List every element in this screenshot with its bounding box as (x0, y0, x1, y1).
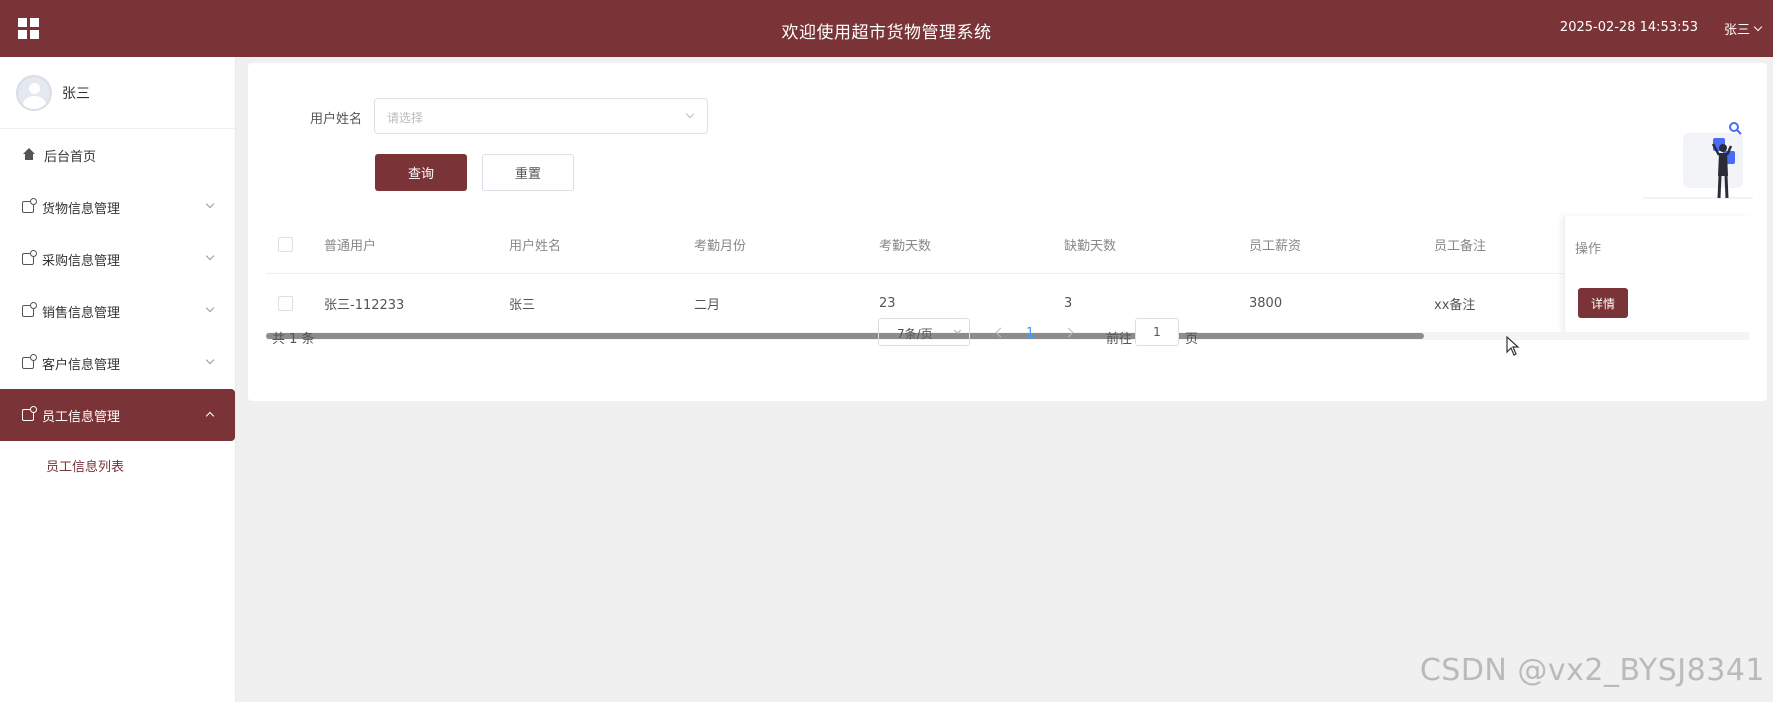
sidebar-item-label: 客户信息管理 (42, 357, 121, 373)
total-count: 共 1 条 (272, 332, 315, 347)
sidebar-item-customers[interactable]: 客户信息管理 (0, 337, 235, 389)
query-button[interactable]: 查询 (375, 154, 467, 191)
chevron-down-icon (685, 109, 695, 119)
app-title: 欢迎使用超市货物管理系统 (781, 23, 992, 43)
document-icon (22, 198, 37, 213)
chevron-up-icon (205, 411, 215, 421)
horizontal-scrollbar[interactable] (266, 332, 1749, 340)
profile: 张三 (0, 57, 235, 129)
sidebar-subitem-employee-list[interactable]: 员工信息列表 (0, 441, 235, 489)
sidebar-item-label: 采购信息管理 (42, 253, 121, 269)
watermark: CSDN @vx2_BYSJ8341 (1419, 653, 1765, 688)
table-cell: 3 (1064, 295, 1073, 311)
column-header: 用户姓名 (509, 239, 562, 254)
sidebar-item-dashboard[interactable]: 后台首页 (0, 129, 235, 181)
row-checkbox[interactable] (278, 295, 293, 311)
search-label: 用户姓名 (310, 112, 363, 127)
table-cell: 张三-112233 (324, 297, 405, 313)
main-panel: 用户姓名 请选择 查询 重置 普通用户 用户姓名 考勤月份 考勤天数 缺勤天数 … (248, 63, 1767, 401)
column-header: 普通用户 (324, 239, 377, 254)
sidebar-item-label: 货物信息管理 (42, 201, 121, 217)
column-header: 考勤月份 (694, 239, 747, 254)
table-cell: 23 (879, 295, 896, 311)
table-cell: 张三 (509, 297, 536, 313)
sidebar-item-label: 员工信息管理 (42, 409, 121, 425)
table-cell: 二月 (694, 297, 721, 313)
sidebar-item-purchase[interactable]: 采购信息管理 (0, 233, 235, 285)
chevron-down-icon (1753, 22, 1763, 31)
user-menu[interactable]: 张三 (1723, 19, 1763, 38)
column-header: 考勤天数 (879, 239, 932, 254)
user-menu-name: 张三 (1723, 23, 1750, 38)
column-header: 缺勤天数 (1064, 239, 1117, 254)
sidebar-item-goods[interactable]: 货物信息管理 (0, 181, 235, 233)
avatar (16, 74, 52, 111)
actions-column: 操作 详情 (1564, 216, 1749, 332)
document-icon (22, 250, 37, 265)
scrollbar-thumb[interactable] (266, 333, 1424, 339)
column-header: 员工薪资 (1249, 239, 1302, 254)
sidebar-item-sales[interactable]: 销售信息管理 (0, 285, 235, 337)
chevron-down-icon (205, 199, 215, 209)
page-size-select[interactable]: 7条/页 (878, 318, 970, 346)
sidebar-item-label: 后台首页 (44, 149, 97, 165)
search-illustration (1643, 122, 1753, 199)
table-row: 张三-112233 张三 二月 23 3 3800 xx备注 (266, 274, 1749, 332)
chevron-down-icon (205, 355, 215, 365)
table-cell: 3800 (1249, 295, 1283, 311)
select-placeholder: 请选择 (387, 111, 424, 125)
document-icon (22, 354, 37, 369)
detail-button[interactable]: 详情 (1578, 288, 1628, 318)
column-header: 操作 (1575, 242, 1602, 257)
document-icon (22, 302, 37, 317)
page-size-value: 7条/页 (897, 327, 933, 341)
chevron-down-icon (205, 251, 215, 261)
chevron-down-icon (953, 326, 962, 335)
home-icon (22, 148, 36, 162)
chevron-down-icon (205, 303, 215, 313)
document-icon (22, 406, 37, 421)
mouse-cursor-icon (1506, 336, 1520, 356)
goto-suffix: 页 (1185, 332, 1199, 347)
page-number[interactable]: 1 (1026, 326, 1034, 341)
table-header: 普通用户 用户姓名 考勤月份 考勤天数 缺勤天数 员工薪资 员工备注 (266, 216, 1749, 274)
sidebar: 张三 后台首页 货物信息管理 采购信息管理 销售信息管理 客户信息管理 员工信息… (0, 57, 236, 702)
sidebar-item-employees[interactable]: 员工信息管理 (0, 389, 235, 441)
top-bar: 欢迎使用超市货物管理系统 2025-02-28 14:53:53 张三 (0, 0, 1773, 57)
select-all-checkbox[interactable] (278, 237, 293, 252)
datetime: 2025-02-28 14:53:53 (1559, 20, 1698, 35)
reset-button[interactable]: 重置 (482, 154, 574, 191)
user-name-select[interactable]: 请选择 (374, 98, 708, 134)
table-cell: xx备注 (1434, 297, 1476, 313)
profile-name: 张三 (62, 85, 90, 102)
data-table: 普通用户 用户姓名 考勤月份 考勤天数 缺勤天数 员工薪资 员工备注 张三-11… (266, 216, 1749, 340)
column-header: 员工备注 (1434, 239, 1487, 254)
sidebar-item-label: 销售信息管理 (42, 305, 121, 321)
goto-page-input[interactable] (1135, 318, 1179, 346)
goto-label: 前往 (1106, 332, 1133, 347)
